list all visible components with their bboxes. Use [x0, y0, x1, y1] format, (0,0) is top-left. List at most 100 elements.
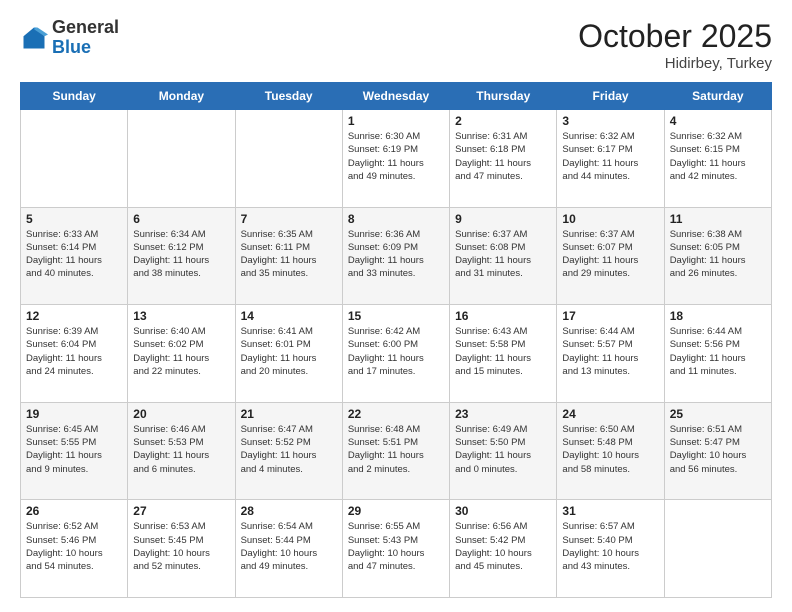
day-number: 5	[26, 212, 122, 226]
day-cell: 17 Sunrise: 6:44 AM Sunset: 5:57 PM Dayli…	[557, 305, 664, 403]
day-cell: 25 Sunrise: 6:51 AM Sunset: 5:47 PM Dayli…	[664, 402, 771, 500]
day-number: 22	[348, 407, 444, 421]
logo-icon	[20, 24, 48, 52]
day-info: Sunrise: 6:41 AM Sunset: 6:01 PM Dayligh…	[241, 326, 317, 377]
day-info: Sunrise: 6:51 AM Sunset: 5:47 PM Dayligh…	[670, 424, 747, 475]
day-number: 19	[26, 407, 122, 421]
week-row-2: 12 Sunrise: 6:39 AM Sunset: 6:04 PM Dayli…	[21, 305, 772, 403]
location: Hidirbey, Turkey	[578, 55, 772, 72]
day-info: Sunrise: 6:31 AM Sunset: 6:18 PM Dayligh…	[455, 131, 531, 182]
day-cell: 30 Sunrise: 6:56 AM Sunset: 5:42 PM Dayli…	[450, 500, 557, 598]
day-number: 13	[133, 309, 229, 323]
day-info: Sunrise: 6:45 AM Sunset: 5:55 PM Dayligh…	[26, 424, 102, 475]
day-header-friday: Friday	[557, 83, 664, 110]
day-cell	[235, 110, 342, 208]
day-info: Sunrise: 6:53 AM Sunset: 5:45 PM Dayligh…	[133, 521, 210, 572]
day-cell: 3 Sunrise: 6:32 AM Sunset: 6:17 PM Daylig…	[557, 110, 664, 208]
day-number: 27	[133, 504, 229, 518]
day-cell: 19 Sunrise: 6:45 AM Sunset: 5:55 PM Dayli…	[21, 402, 128, 500]
day-number: 3	[562, 114, 658, 128]
day-cell: 14 Sunrise: 6:41 AM Sunset: 6:01 PM Dayli…	[235, 305, 342, 403]
day-info: Sunrise: 6:42 AM Sunset: 6:00 PM Dayligh…	[348, 326, 424, 377]
day-info: Sunrise: 6:43 AM Sunset: 5:58 PM Dayligh…	[455, 326, 531, 377]
day-number: 25	[670, 407, 766, 421]
week-row-1: 5 Sunrise: 6:33 AM Sunset: 6:14 PM Daylig…	[21, 207, 772, 305]
day-number: 10	[562, 212, 658, 226]
day-cell: 5 Sunrise: 6:33 AM Sunset: 6:14 PM Daylig…	[21, 207, 128, 305]
day-info: Sunrise: 6:32 AM Sunset: 6:17 PM Dayligh…	[562, 131, 638, 182]
day-info: Sunrise: 6:57 AM Sunset: 5:40 PM Dayligh…	[562, 521, 639, 572]
day-number: 2	[455, 114, 551, 128]
day-number: 20	[133, 407, 229, 421]
day-number: 18	[670, 309, 766, 323]
day-cell: 8Sunrise: 6:36 AM Sunset: 6:09 PM Daylig…	[342, 207, 449, 305]
day-number: 15	[348, 309, 444, 323]
day-number: 21	[241, 407, 337, 421]
day-info: Sunrise: 6:34 AM Sunset: 6:12 PM Dayligh…	[133, 229, 209, 280]
day-number: 24	[562, 407, 658, 421]
day-header-sunday: Sunday	[21, 83, 128, 110]
day-cell	[128, 110, 235, 208]
month-title: October 2025	[578, 18, 772, 55]
day-number: 30	[455, 504, 551, 518]
day-number: 31	[562, 504, 658, 518]
logo-general: General	[52, 17, 119, 37]
day-number: 26	[26, 504, 122, 518]
day-cell: 16 Sunrise: 6:43 AM Sunset: 5:58 PM Dayli…	[450, 305, 557, 403]
day-cell	[21, 110, 128, 208]
day-number: 14	[241, 309, 337, 323]
day-number: 16	[455, 309, 551, 323]
day-info: Sunrise: 6:50 AM Sunset: 5:48 PM Dayligh…	[562, 424, 639, 475]
day-info: Sunrise: 6:37 AM Sunset: 6:07 PM Dayligh…	[562, 229, 638, 280]
day-info: Sunrise: 6:55 AM Sunset: 5:43 PM Dayligh…	[348, 521, 425, 572]
day-header-saturday: Saturday	[664, 83, 771, 110]
day-cell: 6 Sunrise: 6:34 AM Sunset: 6:12 PM Daylig…	[128, 207, 235, 305]
page: General Blue October 2025 Hidirbey, Turk…	[0, 0, 792, 612]
day-info: Sunrise: 6:40 AM Sunset: 6:02 PM Dayligh…	[133, 326, 209, 377]
day-info: Sunrise: 6:38 AM Sunset: 6:05 PM Dayligh…	[670, 229, 746, 280]
day-cell: 11 Sunrise: 6:38 AM Sunset: 6:05 PM Dayli…	[664, 207, 771, 305]
day-cell: 23Sunrise: 6:49 AM Sunset: 5:50 PM Dayli…	[450, 402, 557, 500]
header: General Blue October 2025 Hidirbey, Turk…	[20, 18, 772, 72]
day-cell: 4 Sunrise: 6:32 AM Sunset: 6:15 PM Daylig…	[664, 110, 771, 208]
day-info: Sunrise: 6:46 AM Sunset: 5:53 PM Dayligh…	[133, 424, 209, 475]
day-number: 11	[670, 212, 766, 226]
day-cell: 21 Sunrise: 6:47 AM Sunset: 5:52 PM Dayli…	[235, 402, 342, 500]
week-row-3: 19 Sunrise: 6:45 AM Sunset: 5:55 PM Dayli…	[21, 402, 772, 500]
day-info: Sunrise: 6:56 AM Sunset: 5:42 PM Dayligh…	[455, 521, 532, 572]
day-number: 4	[670, 114, 766, 128]
day-cell: 12 Sunrise: 6:39 AM Sunset: 6:04 PM Dayli…	[21, 305, 128, 403]
day-info: Sunrise: 6:44 AM Sunset: 5:57 PM Dayligh…	[562, 326, 638, 377]
day-info: Sunrise: 6:39 AM Sunset: 6:04 PM Dayligh…	[26, 326, 102, 377]
day-header-monday: Monday	[128, 83, 235, 110]
day-info: Sunrise: 6:47 AM Sunset: 5:52 PM Dayligh…	[241, 424, 317, 475]
day-cell: 15 Sunrise: 6:42 AM Sunset: 6:00 PM Dayli…	[342, 305, 449, 403]
day-cell: 1 Sunrise: 6:30 AM Sunset: 6:19 PM Daylig…	[342, 110, 449, 208]
week-row-4: 26Sunrise: 6:52 AM Sunset: 5:46 PM Dayli…	[21, 500, 772, 598]
day-info: Sunrise: 6:30 AM Sunset: 6:19 PM Dayligh…	[348, 131, 424, 182]
day-number: 7	[241, 212, 337, 226]
day-cell: 24 Sunrise: 6:50 AM Sunset: 5:48 PM Dayli…	[557, 402, 664, 500]
logo-blue-text: Blue	[52, 37, 91, 57]
day-info: Sunrise: 6:33 AM Sunset: 6:14 PM Dayligh…	[26, 229, 102, 280]
day-number: 28	[241, 504, 337, 518]
week-row-0: 1 Sunrise: 6:30 AM Sunset: 6:19 PM Daylig…	[21, 110, 772, 208]
day-cell: 9Sunrise: 6:37 AM Sunset: 6:08 PM Daylig…	[450, 207, 557, 305]
day-info: Sunrise: 6:37 AM Sunset: 6:08 PM Dayligh…	[455, 229, 531, 280]
day-number: 1	[348, 114, 444, 128]
logo: General Blue	[20, 18, 119, 58]
day-cell	[664, 500, 771, 598]
day-cell: 28Sunrise: 6:54 AM Sunset: 5:44 PM Dayli…	[235, 500, 342, 598]
day-cell: 18Sunrise: 6:44 AM Sunset: 5:56 PM Dayli…	[664, 305, 771, 403]
day-header-thursday: Thursday	[450, 83, 557, 110]
day-header-wednesday: Wednesday	[342, 83, 449, 110]
day-cell: 29Sunrise: 6:55 AM Sunset: 5:43 PM Dayli…	[342, 500, 449, 598]
day-header-tuesday: Tuesday	[235, 83, 342, 110]
day-number: 12	[26, 309, 122, 323]
day-cell: 7Sunrise: 6:35 AM Sunset: 6:11 PM Daylig…	[235, 207, 342, 305]
day-cell: 20 Sunrise: 6:46 AM Sunset: 5:53 PM Dayli…	[128, 402, 235, 500]
day-number: 6	[133, 212, 229, 226]
day-cell: 13 Sunrise: 6:40 AM Sunset: 6:02 PM Dayli…	[128, 305, 235, 403]
day-number: 17	[562, 309, 658, 323]
day-info: Sunrise: 6:32 AM Sunset: 6:15 PM Dayligh…	[670, 131, 746, 182]
